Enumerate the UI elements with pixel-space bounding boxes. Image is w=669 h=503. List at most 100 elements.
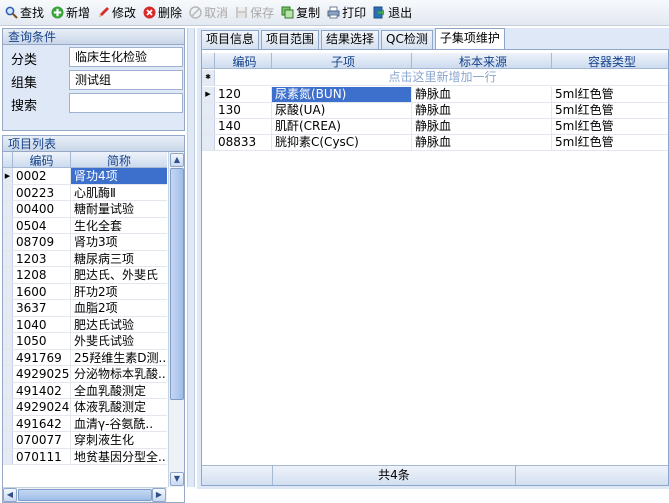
item-code-cell[interactable]: 491402 bbox=[13, 382, 71, 398]
item-code-cell[interactable]: 08709 bbox=[13, 234, 71, 250]
item-short-name-cell[interactable]: 心肌酶Ⅱ bbox=[71, 185, 167, 201]
panel-splitter[interactable] bbox=[187, 28, 195, 487]
list-item[interactable]: ▶ 0002 肾功4项 bbox=[3, 168, 167, 185]
container-type-cell[interactable]: 5ml红色管 bbox=[552, 87, 668, 102]
list-item[interactable]: 00400 糖耐量试验 bbox=[3, 201, 167, 218]
item-short-name-cell[interactable]: 穿刺液生化 bbox=[71, 432, 167, 448]
item-code-cell[interactable]: 00400 bbox=[13, 201, 71, 217]
table-row[interactable]: ▶ 120 尿素氮(BUN) 静脉血 5ml红色管 bbox=[202, 87, 668, 103]
item-short-name-cell[interactable]: 糖尿病三项 bbox=[71, 251, 167, 267]
subitem-cell[interactable]: 尿素氮(BUN) bbox=[272, 87, 412, 102]
item-short-name-cell[interactable]: 体液乳酸测定 bbox=[71, 399, 167, 415]
item-code-cell[interactable]: 070111 bbox=[13, 448, 71, 464]
item-short-name-cell[interactable]: 外斐氏试验 bbox=[71, 333, 167, 349]
cancel-button[interactable]: 取消 bbox=[187, 3, 231, 23]
item-short-name-cell[interactable]: 肾功3项 bbox=[71, 234, 167, 250]
table-row[interactable]: 08833 胱抑素C(CysC) 静脉血 5ml红色管 bbox=[202, 135, 668, 151]
item-code-cell[interactable]: 00223 bbox=[13, 184, 71, 200]
item-short-name-cell[interactable]: 肝功2项 bbox=[71, 284, 167, 300]
list-item[interactable]: 491402 全血乳酸测定 bbox=[3, 382, 167, 399]
item-short-name-cell[interactable]: 肾功4项 bbox=[71, 168, 167, 184]
item-short-name-cell[interactable]: 血清γ-谷氨酰.. bbox=[71, 416, 167, 432]
search-button[interactable]: 查找 bbox=[3, 3, 47, 23]
list-item[interactable]: 3637 血脂2项 bbox=[3, 300, 167, 317]
search-input[interactable] bbox=[69, 93, 183, 113]
scroll-up-icon[interactable]: ▲ bbox=[170, 153, 184, 167]
list-item[interactable]: 4929024 体液乳酸测定 bbox=[3, 399, 167, 416]
item-short-name-cell[interactable]: 分泌物标本乳酸.. bbox=[71, 366, 167, 382]
item-short-name-cell[interactable]: 25羟维生素D测.. bbox=[71, 350, 167, 366]
exit-button[interactable]: 退出 bbox=[371, 3, 415, 23]
list-item[interactable]: 070077 穿刺液生化 bbox=[3, 432, 167, 449]
list-item[interactable]: 1040 肥达氏试验 bbox=[3, 316, 167, 333]
item-code-cell[interactable]: 1040 bbox=[13, 316, 71, 332]
edit-button[interactable]: 修改 bbox=[95, 3, 139, 23]
item-short-name-cell[interactable]: 肥达氏、外斐氏 bbox=[71, 267, 167, 283]
item-code-cell[interactable]: 4929024 bbox=[13, 399, 71, 415]
scroll-down-icon[interactable]: ▼ bbox=[170, 472, 184, 486]
new-row[interactable]: ✱ 点击这里新增加一行 bbox=[202, 70, 668, 86]
list-item[interactable]: 1208 肥达氏、外斐氏 bbox=[3, 267, 167, 284]
tab-item-info[interactable]: 项目信息 bbox=[201, 30, 260, 49]
column-header-container-type[interactable]: 容器类型 bbox=[552, 53, 668, 68]
subitem-cell[interactable]: 胱抑素C(CysC) bbox=[272, 135, 412, 150]
item-code-cell[interactable]: 0504 bbox=[13, 217, 71, 233]
item-code-cell[interactable]: 070077 bbox=[13, 432, 71, 448]
tab-subset-maintenance[interactable]: 子集项维护 bbox=[434, 28, 505, 49]
subitem-cell[interactable]: 尿酸(UA) bbox=[272, 103, 412, 118]
item-short-name-cell[interactable]: 血脂2项 bbox=[71, 300, 167, 316]
column-header-subitem[interactable]: 子项 bbox=[272, 53, 412, 68]
tab-result-choice[interactable]: 结果选择 bbox=[321, 30, 380, 49]
specimen-source-cell[interactable]: 静脉血 bbox=[412, 135, 552, 150]
copy-button[interactable]: 复制 bbox=[279, 3, 323, 23]
list-item[interactable]: 0504 生化全套 bbox=[3, 217, 167, 234]
item-code-cell[interactable]: 4929025 bbox=[13, 366, 71, 382]
specimen-source-cell[interactable]: 静脉血 bbox=[412, 103, 552, 118]
code-cell[interactable]: 120 bbox=[215, 87, 272, 102]
table-row[interactable]: 140 肌酐(CREA) 静脉血 5ml红色管 bbox=[202, 119, 668, 135]
column-header-code[interactable]: 编码 bbox=[13, 152, 71, 168]
item-short-name-cell[interactable]: 地贫基因分型全.. bbox=[71, 449, 167, 465]
print-button[interactable]: 打印 bbox=[325, 3, 369, 23]
list-item[interactable]: 4929025 分泌物标本乳酸.. bbox=[3, 366, 167, 383]
scroll-right-icon[interactable]: ▶ bbox=[152, 488, 166, 502]
item-list-vertical-scrollbar[interactable]: ▲ ▼ bbox=[168, 152, 184, 487]
item-code-cell[interactable]: 3637 bbox=[13, 300, 71, 316]
specimen-source-cell[interactable]: 静脉血 bbox=[412, 119, 552, 134]
code-cell[interactable]: 140 bbox=[215, 119, 272, 134]
list-item[interactable]: 1203 糖尿病三项 bbox=[3, 250, 167, 267]
list-item[interactable]: 00223 心肌酶Ⅱ bbox=[3, 184, 167, 201]
list-item[interactable]: 491769 25羟维生素D测.. bbox=[3, 349, 167, 366]
code-cell[interactable]: 08833 bbox=[215, 135, 272, 150]
column-header-short-name[interactable]: 简称 bbox=[71, 152, 167, 168]
item-code-cell[interactable]: 1600 bbox=[13, 283, 71, 299]
list-item[interactable]: 08709 肾功3项 bbox=[3, 234, 167, 251]
scroll-left-icon[interactable]: ◀ bbox=[3, 488, 17, 502]
list-item[interactable]: 070111 地贫基因分型全.. bbox=[3, 448, 167, 465]
item-code-cell[interactable]: 1050 bbox=[13, 333, 71, 349]
item-list-horizontal-scrollbar[interactable]: ◀ ▶ bbox=[3, 487, 167, 502]
code-cell[interactable]: 130 bbox=[215, 103, 272, 118]
new-row-hint[interactable]: 点击这里新增加一行 bbox=[215, 70, 668, 85]
column-header-code[interactable]: 编码 bbox=[215, 53, 272, 68]
item-code-cell[interactable]: 491642 bbox=[13, 415, 71, 431]
delete-button[interactable]: 删除 bbox=[141, 3, 185, 23]
table-row[interactable]: 130 尿酸(UA) 静脉血 5ml红色管 bbox=[202, 103, 668, 119]
item-code-cell[interactable]: 0002 bbox=[13, 168, 71, 184]
container-type-cell[interactable]: 5ml红色管 bbox=[552, 135, 668, 150]
subitem-cell[interactable]: 肌酐(CREA) bbox=[272, 119, 412, 134]
container-type-cell[interactable]: 5ml红色管 bbox=[552, 119, 668, 134]
list-item[interactable]: 1050 外斐氏试验 bbox=[3, 333, 167, 350]
item-code-cell[interactable]: 491769 bbox=[13, 349, 71, 365]
item-short-name-cell[interactable]: 肥达氏试验 bbox=[71, 317, 167, 333]
list-item[interactable]: 491642 血清γ-谷氨酰.. bbox=[3, 415, 167, 432]
scroll-thumb[interactable] bbox=[170, 168, 184, 400]
specimen-source-cell[interactable]: 静脉血 bbox=[412, 87, 552, 102]
column-header-specimen-source[interactable]: 标本来源 bbox=[412, 53, 552, 68]
group-field[interactable]: 测试组 bbox=[69, 70, 183, 90]
save-button[interactable]: 保存 bbox=[233, 3, 277, 23]
item-code-cell[interactable]: 1208 bbox=[13, 267, 71, 283]
item-code-cell[interactable]: 1203 bbox=[13, 250, 71, 266]
item-short-name-cell[interactable]: 全血乳酸测定 bbox=[71, 383, 167, 399]
tab-item-range[interactable]: 项目范围 bbox=[261, 30, 320, 49]
